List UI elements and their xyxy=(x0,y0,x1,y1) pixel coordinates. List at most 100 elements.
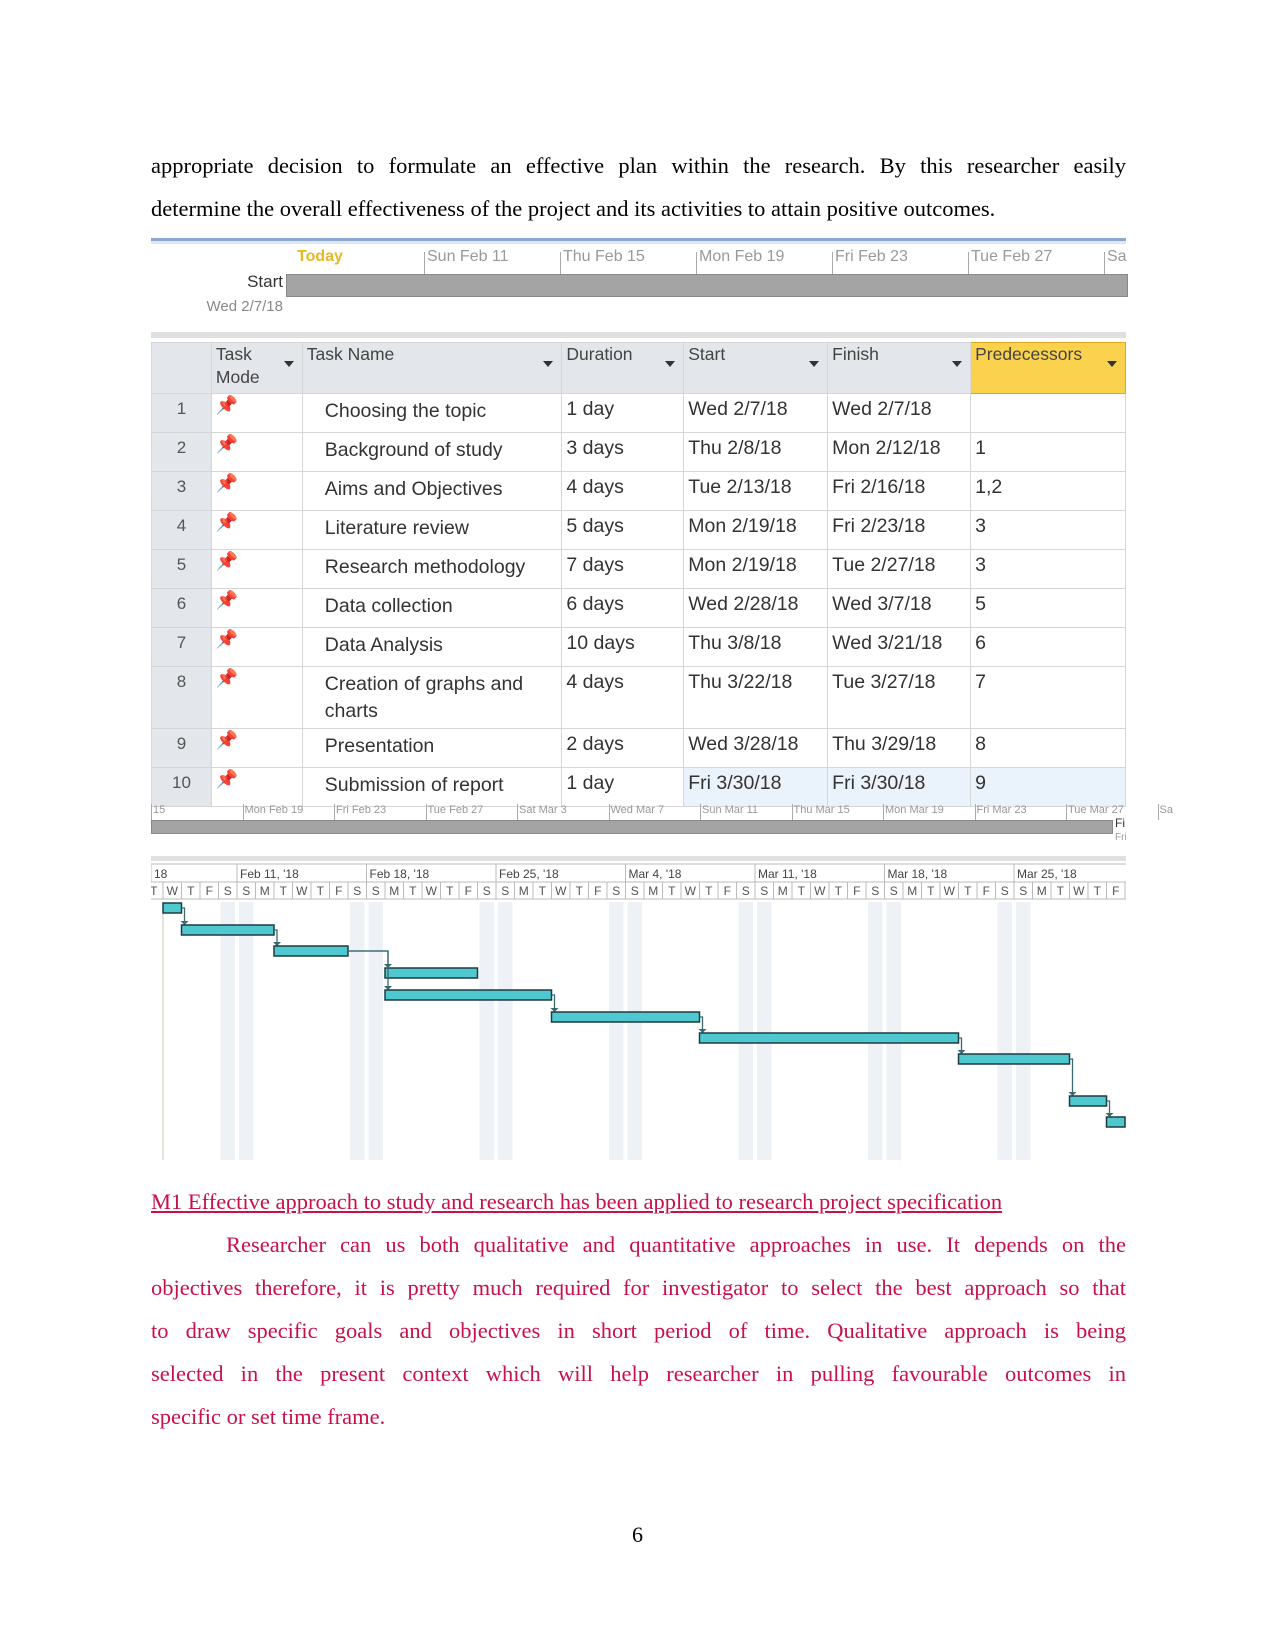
duration-cell[interactable]: 1 day xyxy=(561,767,685,807)
task-bar xyxy=(384,967,479,979)
day-letter: F xyxy=(724,884,731,898)
finish-header[interactable]: Finish xyxy=(827,342,972,394)
duration-cell[interactable]: 10 days xyxy=(561,627,685,667)
task-name-cell[interactable]: Data Analysis xyxy=(301,627,563,667)
duration-cell[interactable]: 3 days xyxy=(561,432,685,472)
day-letter: F xyxy=(594,884,601,898)
day-letter: F xyxy=(1112,884,1119,898)
row-number[interactable]: 7 xyxy=(151,627,212,667)
task-mode-cell: 📌 xyxy=(210,549,303,589)
predecessors-cell[interactable]: 3 xyxy=(970,510,1126,550)
dropdown-arrow-icon[interactable] xyxy=(952,361,963,367)
start-cell[interactable]: Tue 2/13/18 xyxy=(683,471,829,511)
duration-cell[interactable]: 5 days xyxy=(561,510,685,550)
finish-cell[interactable]: Tue 2/27/18 xyxy=(827,549,972,589)
splitter[interactable] xyxy=(151,856,1126,861)
header-label: Predecessors xyxy=(975,344,1083,364)
start-header[interactable]: Start xyxy=(683,342,829,394)
finish-cell[interactable]: Thu 3/29/18 xyxy=(827,728,972,768)
duration-cell[interactable]: 7 days xyxy=(561,549,685,589)
table-row[interactable]: 1 📌 Choosing the topic 1 day Wed 2/7/18 … xyxy=(151,393,1126,433)
table-row[interactable]: 5 📌 Research methodology 7 days Mon 2/19… xyxy=(151,549,1126,589)
finish-cell[interactable]: Wed 2/7/18 xyxy=(827,393,972,433)
duration-cell[interactable]: 2 days xyxy=(561,728,685,768)
predecessors-cell[interactable]: 1,2 xyxy=(970,471,1126,511)
task-name-cell[interactable]: Background of study xyxy=(301,432,563,472)
duration-cell[interactable]: 6 days xyxy=(561,588,685,628)
manual-pin-icon: 📌 xyxy=(215,473,239,493)
predecessors-header[interactable]: Predecessors xyxy=(970,342,1126,394)
task-name-cell[interactable]: Literature review xyxy=(301,510,563,550)
row-number[interactable]: 3 xyxy=(151,471,212,511)
row-number[interactable]: 6 xyxy=(151,588,212,628)
splitter[interactable] xyxy=(151,332,1126,338)
dropdown-arrow-icon[interactable] xyxy=(543,361,554,367)
duration-cell[interactable]: 4 days xyxy=(561,666,685,729)
weekend-shading xyxy=(350,902,365,1160)
start-cell[interactable]: Thu 3/8/18 xyxy=(683,627,829,667)
task-name-cell[interactable]: Submission of report xyxy=(301,767,563,807)
table-row[interactable]: 10 📌 Submission of report 1 day Fri 3/30… xyxy=(151,767,1126,807)
row-number[interactable]: 1 xyxy=(151,393,212,433)
start-cell[interactable]: Fri 3/30/18 xyxy=(683,767,829,807)
start-cell[interactable]: Mon 2/19/18 xyxy=(683,510,829,550)
finish-cell[interactable]: Tue 3/27/18 xyxy=(827,666,972,729)
dropdown-arrow-icon[interactable] xyxy=(665,361,676,367)
finish-cell[interactable]: Fri 2/23/18 xyxy=(827,510,972,550)
timeline-date-label: Tue Mar 27 xyxy=(1068,804,1124,816)
task-name-header[interactable]: Task Name xyxy=(301,342,563,394)
task-bar xyxy=(957,1053,1071,1065)
dropdown-arrow-icon[interactable] xyxy=(283,361,294,367)
task-name-cell[interactable]: Data collection xyxy=(301,588,563,628)
timeline-tick xyxy=(517,804,518,820)
finish-cell[interactable]: Wed 3/21/18 xyxy=(827,627,972,667)
row-number[interactable]: 10 xyxy=(151,767,212,807)
task-name-cell[interactable]: Research methodology xyxy=(301,549,563,589)
duration-header[interactable]: Duration xyxy=(561,342,685,394)
start-cell[interactable]: Thu 3/22/18 xyxy=(683,666,829,729)
task-name-cell[interactable]: Presentation xyxy=(301,728,563,768)
predecessors-cell[interactable]: 8 xyxy=(970,728,1126,768)
table-row[interactable]: 3 📌 Aims and Objectives 4 days Tue 2/13/… xyxy=(151,471,1126,511)
table-row[interactable]: 4 📌 Literature review 5 days Mon 2/19/18… xyxy=(151,510,1126,550)
table-row[interactable]: 9 📌 Presentation 2 days Wed 3/28/18 Thu … xyxy=(151,728,1126,768)
day-letter: S xyxy=(612,884,620,898)
dropdown-arrow-icon[interactable] xyxy=(809,361,820,367)
task-name-cell[interactable]: Choosing the topic xyxy=(301,393,563,433)
start-cell[interactable]: Wed 2/28/18 xyxy=(683,588,829,628)
start-cell[interactable]: Wed 2/7/18 xyxy=(683,393,829,433)
timeline-date-label: Wed Mar 7 xyxy=(610,804,665,816)
day-letter: T xyxy=(964,884,972,898)
task-name-cell[interactable]: Creation of graphs and charts xyxy=(301,666,563,729)
row-number[interactable]: 5 xyxy=(151,549,212,589)
row-number[interactable]: 2 xyxy=(151,432,212,472)
finish-cell[interactable]: Fri 2/16/18 xyxy=(827,471,972,511)
predecessors-cell[interactable]: 6 xyxy=(970,627,1126,667)
task-name-cell[interactable]: Aims and Objectives xyxy=(301,471,563,511)
finish-cell[interactable]: Fri 3/30/18 xyxy=(827,767,972,807)
duration-cell[interactable]: 4 days xyxy=(561,471,685,511)
predecessors-cell[interactable]: 7 xyxy=(970,666,1126,729)
dropdown-arrow-icon[interactable] xyxy=(1107,361,1117,367)
predecessors-cell[interactable]: 9 xyxy=(970,767,1126,807)
predecessors-cell[interactable]: 1 xyxy=(970,432,1126,472)
row-number-header xyxy=(151,342,212,394)
predecessors-cell[interactable]: 3 xyxy=(970,549,1126,589)
finish-cell[interactable]: Mon 2/12/18 xyxy=(827,432,972,472)
row-number[interactable]: 8 xyxy=(151,666,212,729)
start-cell[interactable]: Mon 2/19/18 xyxy=(683,549,829,589)
row-number[interactable]: 4 xyxy=(151,510,212,550)
finish-cell[interactable]: Wed 3/7/18 xyxy=(827,588,972,628)
table-row[interactable]: 2 📌 Background of study 3 days Thu 2/8/1… xyxy=(151,432,1126,472)
table-row[interactable]: 8 📌 Creation of graphs and charts 4 days… xyxy=(151,666,1126,729)
predecessors-cell[interactable]: 5 xyxy=(970,588,1126,628)
duration-cell[interactable]: 1 day xyxy=(561,393,685,433)
task-bar xyxy=(1068,1095,1108,1107)
table-row[interactable]: 7 📌 Data Analysis 10 days Thu 3/8/18 Wed… xyxy=(151,627,1126,667)
table-row[interactable]: 6 📌 Data collection 6 days Wed 2/28/18 W… xyxy=(151,588,1126,628)
task-mode-header[interactable]: Task Mode xyxy=(210,342,303,394)
start-cell[interactable]: Wed 3/28/18 xyxy=(683,728,829,768)
start-cell[interactable]: Thu 2/8/18 xyxy=(683,432,829,472)
predecessors-cell[interactable] xyxy=(970,393,1126,433)
row-number[interactable]: 9 xyxy=(151,728,212,768)
